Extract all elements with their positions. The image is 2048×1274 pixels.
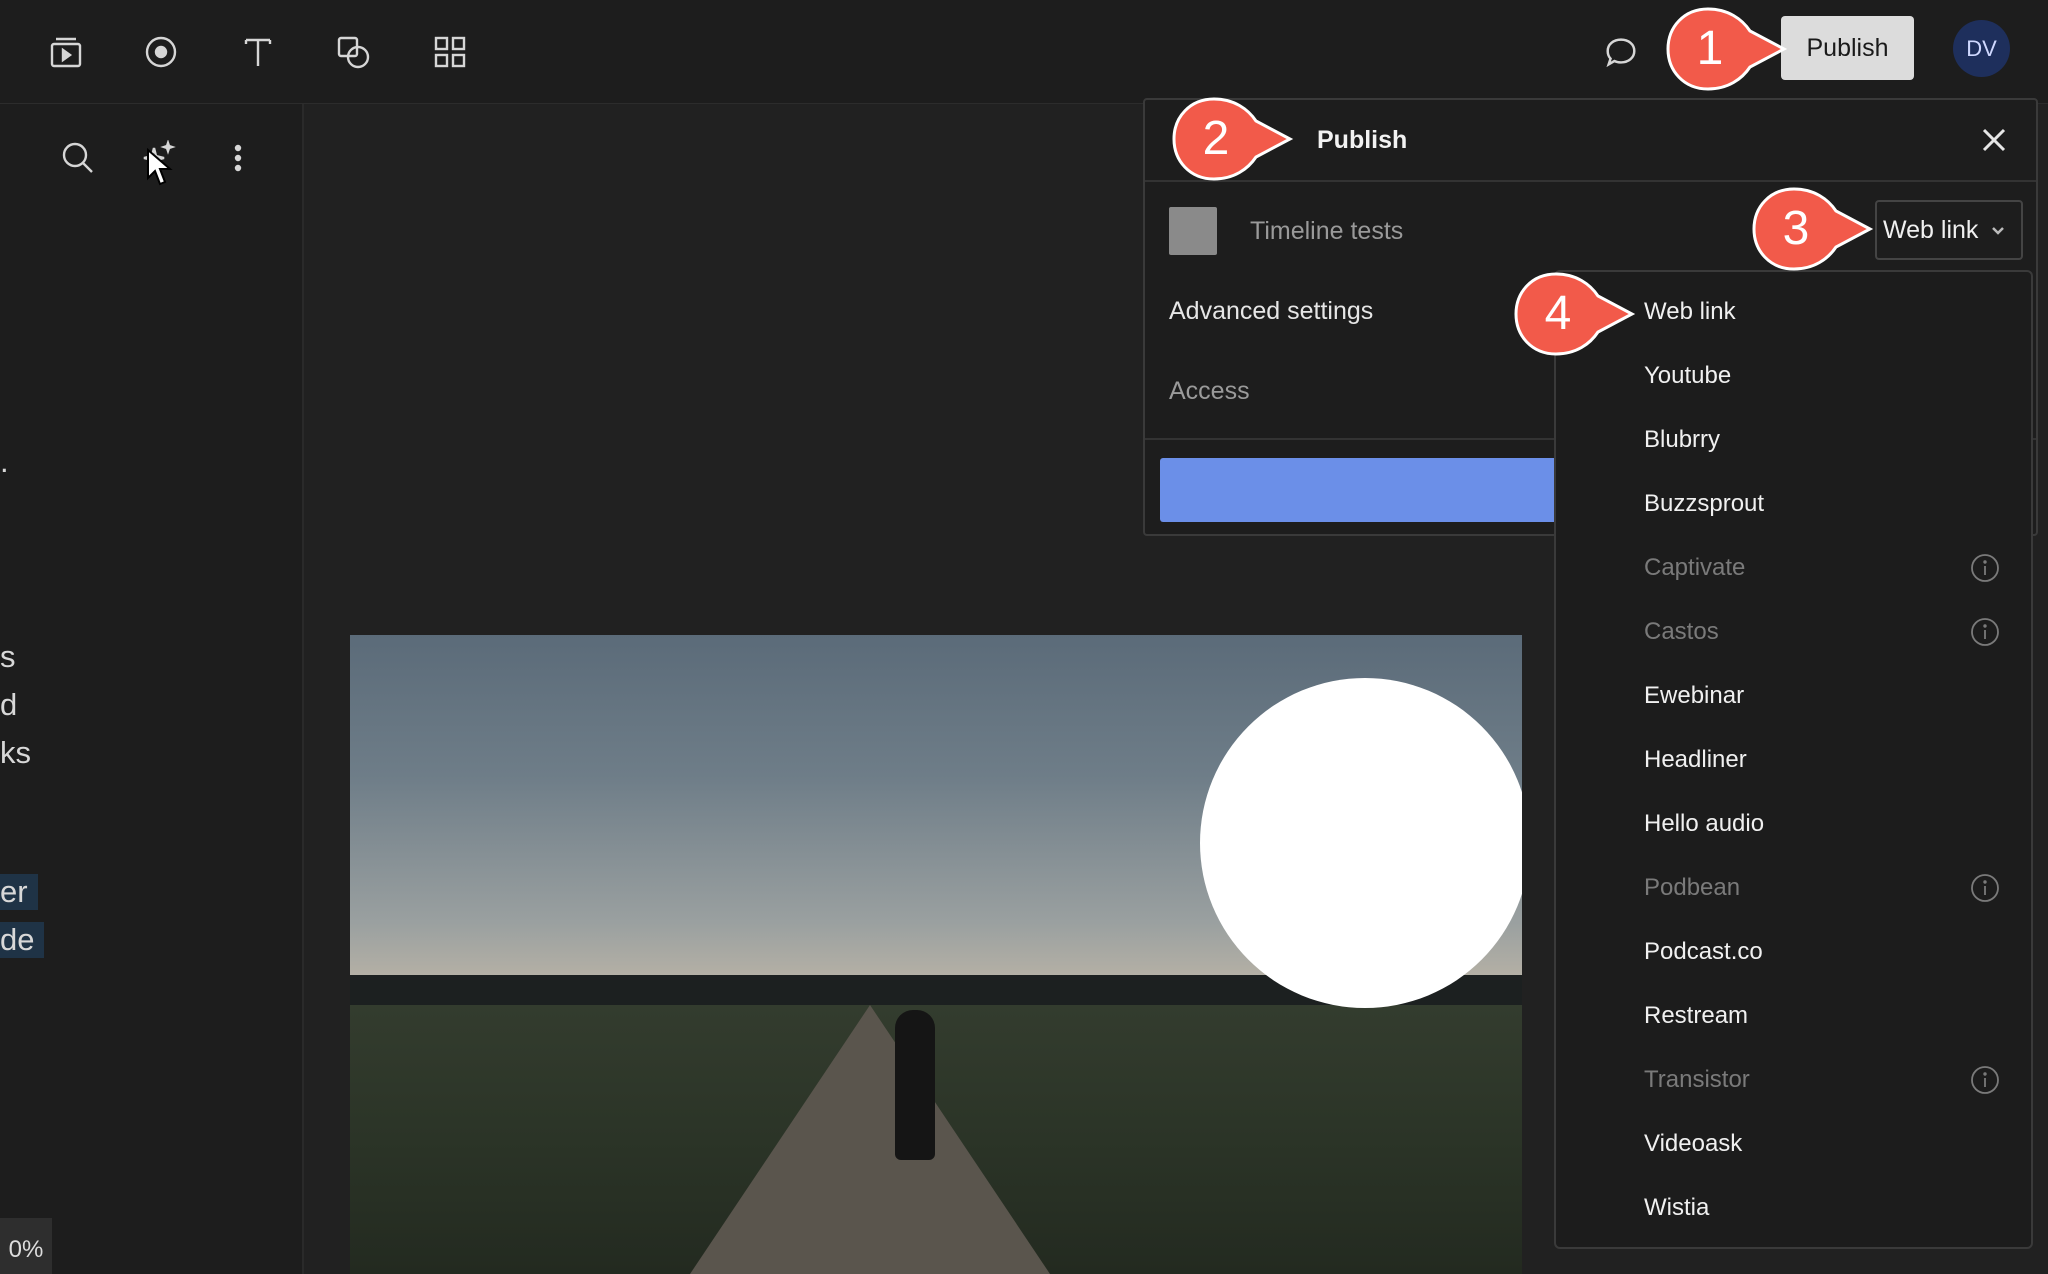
dropdown-item-restream[interactable]: Restream (1556, 984, 2031, 1048)
dropdown-item-label: Hello audio (1644, 810, 1765, 837)
dropdown-item-label: Ewebinar (1644, 682, 1745, 709)
dropdown-item-label: Captivate (1644, 554, 1746, 581)
dropdown-item-captivate[interactable]: Captivate (1556, 536, 2031, 600)
shapes-icon[interactable] (327, 26, 379, 78)
project-thumbnail (1169, 207, 1217, 255)
info-icon[interactable] (1969, 552, 2001, 584)
destination-dropdown: Web link Youtube Blubrry Buzzsprout Capt… (1554, 270, 2033, 1249)
video-preview[interactable] (350, 635, 1522, 1274)
text-fragment: ks (0, 735, 31, 770)
dialog-title: Publish (1317, 126, 1408, 154)
step-number: 3 (1782, 202, 1810, 255)
step-number: 2 (1202, 112, 1230, 165)
dropdown-item-label: Buzzsprout (1644, 490, 1765, 517)
step-number: 1 (1696, 22, 1724, 75)
dropdown-item-label: Restream (1644, 1002, 1749, 1029)
chevron-down-icon (1992, 227, 2005, 235)
highlighted-text-fragment[interactable]: de (0, 922, 45, 958)
dropdown-item-label: Videoask (1644, 1130, 1743, 1157)
video-circle-overlay[interactable] (1200, 678, 1522, 1008)
dropdown-item-label: Blubrry (1644, 426, 1721, 453)
dropdown-item-label: Castos (1644, 618, 1719, 645)
media-icon[interactable] (40, 26, 92, 78)
dropdown-item-label: Headliner (1644, 746, 1747, 773)
step-callout-4: 4 (1514, 272, 1644, 356)
info-icon[interactable] (1969, 1064, 2001, 1096)
info-icon[interactable] (1969, 872, 2001, 904)
more-options-icon[interactable] (214, 134, 262, 182)
dropdown-item-label: Podbean (1644, 874, 1741, 901)
dropdown-item-label: Podcast.co (1644, 938, 1763, 965)
record-icon[interactable] (135, 26, 187, 78)
search-icon[interactable] (54, 134, 102, 182)
text-fragment: d (0, 687, 18, 722)
advanced-settings[interactable]: Advanced settings (1169, 297, 1373, 326)
grid-icon[interactable] (424, 26, 476, 78)
step-callout-1: 1 (1666, 7, 1796, 91)
dropdown-item-headliner[interactable]: Headliner (1556, 728, 2031, 792)
dropdown-item-wistia[interactable]: Wistia (1556, 1176, 2031, 1240)
cursor-icon (147, 148, 173, 186)
avatar[interactable]: DV (1953, 20, 2010, 77)
dropdown-item-videoask[interactable]: Videoask (1556, 1112, 2031, 1176)
video-runner (895, 1010, 935, 1160)
comment-icon[interactable] (1595, 26, 1647, 78)
info-icon[interactable] (1969, 616, 2001, 648)
dropdown-item-castos[interactable]: Castos (1556, 600, 2031, 664)
project-name: Timeline tests (1250, 217, 1404, 245)
dropdown-item-podcast-co[interactable]: Podcast.co (1556, 920, 2031, 984)
dropdown-item-transistor[interactable]: Transistor (1556, 1048, 2031, 1112)
dropdown-item-buzzsprout[interactable]: Buzzsprout (1556, 472, 2031, 536)
dropdown-item-label: Web link (1644, 298, 1736, 325)
zoom-level[interactable]: 0% (0, 1218, 52, 1274)
highlighted-text-fragment[interactable]: er (0, 874, 38, 910)
video-road (690, 1005, 1050, 1274)
step-callout-2: 2 (1172, 97, 1302, 181)
dropdown-item-label: Youtube (1644, 362, 1732, 389)
left-panel: . s d ks er de 0% (0, 104, 304, 1274)
destination-select-value: Web link (1883, 215, 1979, 244)
destination-select[interactable]: Web link (1875, 200, 2023, 260)
close-icon[interactable] (1978, 124, 2010, 156)
text-fragment: s (0, 639, 16, 674)
step-number: 4 (1544, 287, 1572, 340)
dropdown-item-blubrry[interactable]: Blubrry (1556, 408, 2031, 472)
dropdown-item-hello-audio[interactable]: Hello audio (1556, 792, 2031, 856)
access-label[interactable]: Access (1169, 377, 1250, 406)
text-fragment: . (0, 444, 9, 479)
publish-button[interactable]: Publish (1781, 16, 1914, 80)
dropdown-item-label: Transistor (1644, 1066, 1750, 1093)
dropdown-item-podbean[interactable]: Podbean (1556, 856, 2031, 920)
dropdown-item-label: Wistia (1644, 1194, 1710, 1221)
text-icon[interactable] (232, 26, 284, 78)
step-callout-3: 3 (1752, 187, 1882, 271)
dropdown-item-ewebinar[interactable]: Ewebinar (1556, 664, 2031, 728)
